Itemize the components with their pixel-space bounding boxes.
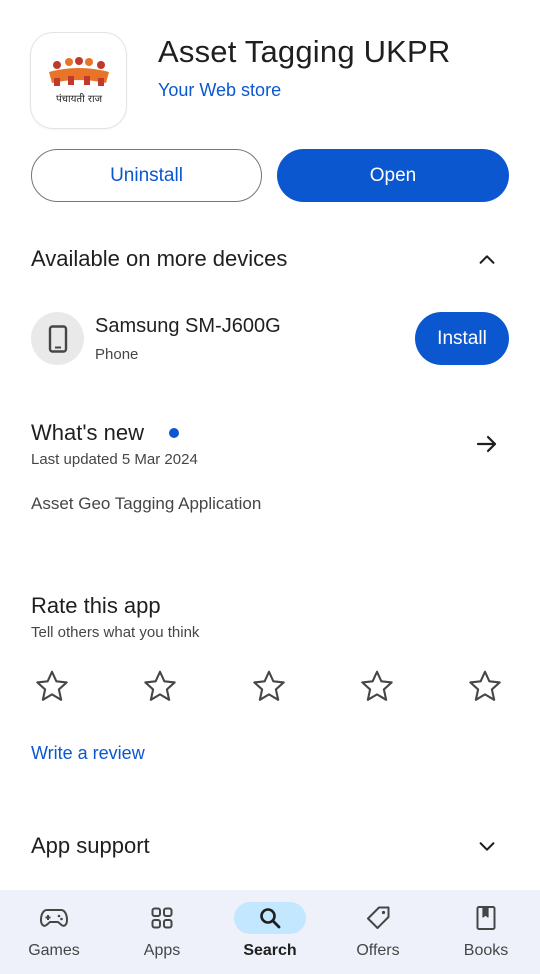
search-icon <box>260 908 281 929</box>
app-title: Asset Tagging UKPR <box>158 34 451 69</box>
logo-text: पंचायती राज <box>56 93 103 105</box>
chevron-up-icon[interactable] <box>476 249 498 271</box>
nav-pill <box>126 902 198 934</box>
book-icon <box>476 906 496 930</box>
panchayati-raj-logo: पंचायती राज <box>48 56 109 105</box>
star-icon[interactable] <box>142 668 178 704</box>
nav-pill <box>450 902 522 934</box>
nav-pill <box>18 902 90 934</box>
star-rating <box>31 668 505 704</box>
whats-new-heading: What's new <box>31 420 145 445</box>
nav-pill <box>342 902 414 934</box>
star-icon[interactable] <box>251 668 287 704</box>
gamepad-icon <box>40 909 68 927</box>
phone-icon <box>48 324 67 353</box>
nav-label: Offers <box>356 942 400 959</box>
nav-label: Books <box>463 942 509 959</box>
device-type: Phone <box>95 346 139 363</box>
nav-item-search[interactable]: Search <box>216 890 324 974</box>
arrow-right-icon[interactable] <box>475 432 499 456</box>
nav-label: Apps <box>143 942 181 959</box>
release-notes: Asset Geo Tagging Application <box>31 494 262 513</box>
nav-item-offers[interactable]: Offers <box>324 890 432 974</box>
star-icon[interactable] <box>34 668 70 704</box>
nav-item-games[interactable]: Games <box>0 890 108 974</box>
uninstall-button[interactable]: Uninstall <box>31 149 262 202</box>
nav-item-apps[interactable]: Apps <box>108 890 216 974</box>
app-support-heading[interactable]: App support <box>31 833 150 859</box>
developer-link[interactable]: Your Web store <box>158 80 281 101</box>
nav-label: Search <box>243 942 297 959</box>
write-review-link[interactable]: Write a review <box>31 743 145 764</box>
offer-tag-icon <box>367 906 390 929</box>
chevron-down-icon[interactable] <box>476 835 498 857</box>
nav-pill-active <box>234 902 306 934</box>
rate-app-heading: Rate this app <box>31 593 161 618</box>
device-name: Samsung SM-J600G <box>95 315 281 337</box>
open-button[interactable]: Open <box>277 149 509 202</box>
install-button[interactable]: Install <box>415 312 509 365</box>
more-devices-heading: Available on more devices <box>31 246 288 271</box>
star-icon[interactable] <box>359 668 395 704</box>
bottom-navigation: Games Apps Search Offers Books <box>0 890 540 974</box>
last-updated: Last updated 5 Mar 2024 <box>31 451 198 468</box>
app-icon: पंचायती राज <box>31 33 126 128</box>
nav-label: Games <box>28 942 80 959</box>
new-indicator-dot <box>169 428 179 438</box>
star-icon[interactable] <box>467 668 503 704</box>
app-details-page: पंचायती राज Asset Tagging UKPR Your Web … <box>0 0 540 974</box>
rate-app-subheading: Tell others what you think <box>31 624 200 641</box>
nav-item-books[interactable]: Books <box>432 890 540 974</box>
apps-grid-icon <box>151 907 173 929</box>
device-avatar <box>31 312 84 365</box>
